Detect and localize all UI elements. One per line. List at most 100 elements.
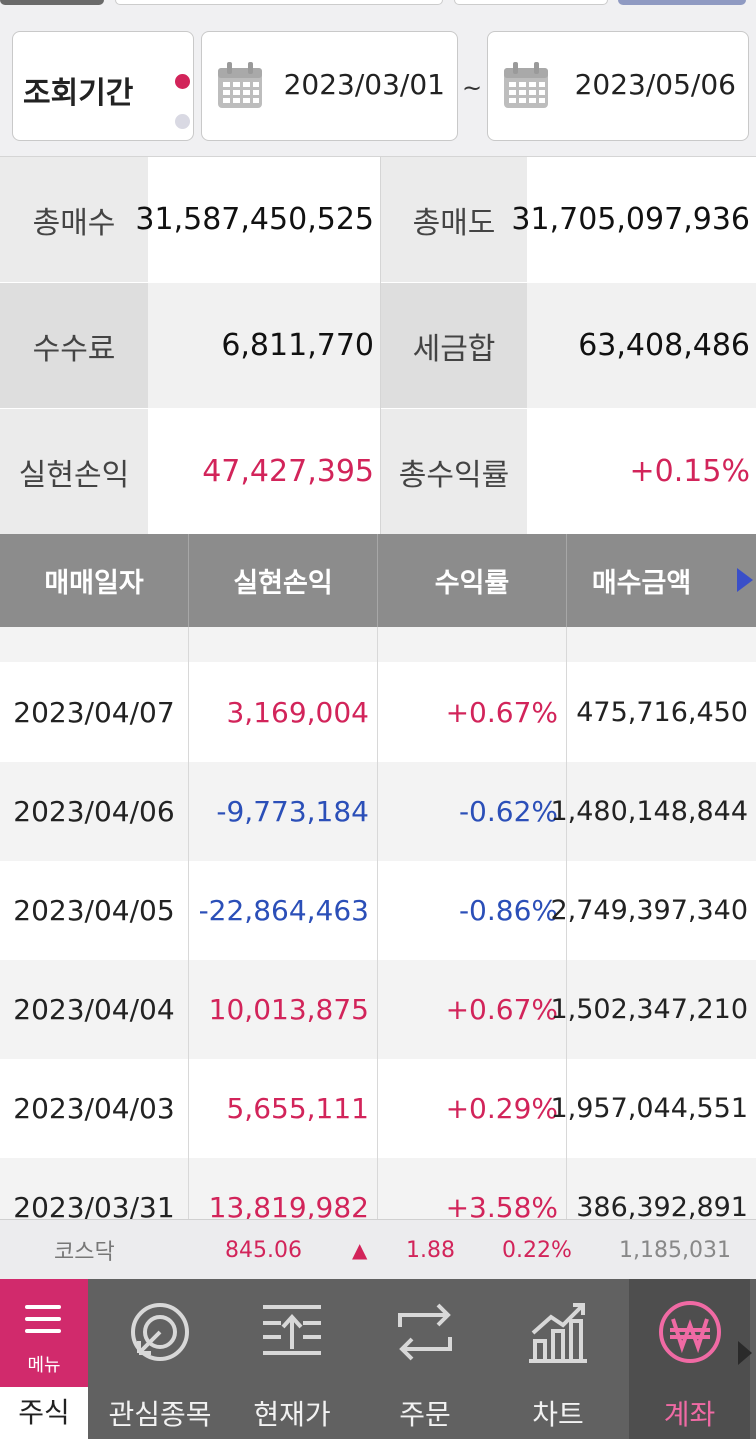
- total-buy-label: 총매수: [0, 157, 148, 282]
- period-selector: 조회기간 2023/03/01 ~ 2023/05/06: [0, 18, 756, 156]
- toolbar-button-stub[interactable]: [0, 0, 104, 5]
- end-date-value: 2023/05/06: [574, 68, 736, 101]
- period-type-toggle[interactable]: 조회기간: [12, 31, 194, 141]
- total-sell-label: 총매도: [381, 157, 527, 282]
- return-rate-cell: -0.62%: [458, 795, 558, 828]
- nav-watchlist-label: 관심종목: [108, 1398, 212, 1431]
- realized-pl-label: 실현손익: [0, 409, 148, 534]
- summary-row-costs: 수수료 6,811,770 세금합 63,408,486: [0, 283, 756, 408]
- buy-amount-cell: 475,716,450: [576, 697, 748, 728]
- nav-more-arrow-icon[interactable]: [738, 1341, 752, 1365]
- nav-current-price[interactable]: 현재가: [228, 1279, 356, 1439]
- trade-date-cell: 2023/04/07: [13, 696, 175, 729]
- fee-label: 수수료: [0, 283, 148, 408]
- start-date-picker[interactable]: 2023/03/01: [201, 31, 458, 141]
- nav-chart[interactable]: 차트: [494, 1279, 622, 1439]
- trade-date-cell: 2023/04/05: [13, 894, 175, 927]
- nav-chart-label: 차트: [532, 1398, 584, 1431]
- date-range-separator: ~: [462, 74, 483, 102]
- realized-pl-cell: -22,864,463: [198, 894, 369, 927]
- ticker-index-price: 845.06: [225, 1237, 302, 1263]
- table-header: 매매일자 실현손익 수익률 매수금액: [0, 534, 756, 627]
- toolbar-input-stub[interactable]: [115, 0, 443, 5]
- summary-grid: 총매수 31,587,450,525 총매도 31,705,097,936 수수…: [0, 156, 756, 534]
- toolbar-search-button-stub[interactable]: [618, 0, 746, 5]
- table-row[interactable]: 2023/04/05 -22,864,463 -0.86% 2,749,397,340: [0, 861, 756, 960]
- nav-order[interactable]: 주문: [361, 1279, 489, 1439]
- realized-pl-cell: -9,773,184: [216, 795, 369, 828]
- nav-order-label: 주문: [399, 1398, 451, 1431]
- period-dot-inactive-icon: [175, 114, 190, 129]
- realized-pl-cell: 10,013,875: [208, 993, 369, 1026]
- buy-amount-cell: 2,749,397,340: [550, 895, 748, 926]
- order-exchange-icon: [398, 1303, 452, 1361]
- realized-pl-cell: 13,819,982: [208, 1191, 369, 1219]
- return-rate-cell: -0.86%: [458, 894, 558, 927]
- buy-amount-cell: 1,957,044,551: [550, 1093, 748, 1124]
- tax-label: 세금합: [381, 283, 527, 408]
- period-dot-active-icon: [175, 74, 190, 89]
- calendar-icon: [504, 62, 548, 108]
- scroll-right-arrow-icon[interactable]: [737, 568, 753, 592]
- total-buy-value: 31,587,450,525: [135, 157, 380, 282]
- ticker-index-percent: 0.22%: [502, 1237, 572, 1263]
- watchlist-target-icon: [131, 1303, 189, 1361]
- ticker-index-name: 코스닥: [54, 1240, 115, 1265]
- tax-value: 63,408,486: [527, 283, 756, 408]
- table-row[interactable]: 2023/04/07 3,169,004 +0.67% 475,716,450: [0, 663, 756, 762]
- calendar-icon: [218, 62, 262, 108]
- return-rate-cell: +0.67%: [445, 993, 558, 1026]
- fee-value: 6,811,770: [148, 283, 380, 408]
- return-rate-cell: +0.67%: [445, 696, 558, 729]
- end-date-picker[interactable]: 2023/05/06: [487, 31, 749, 141]
- table-row[interactable]: 2023/04/04 10,013,875 +0.67% 1,502,347,210: [0, 960, 756, 1059]
- header-realized-pl[interactable]: 실현손익: [189, 534, 377, 627]
- bottom-navigation: 메뉴 주식 관심종목 현재가 주문 차트 계좌: [0, 1279, 756, 1439]
- realized-pl-cell: 5,655,111: [226, 1092, 369, 1125]
- buy-amount-cell: 386,392,891: [576, 1192, 748, 1219]
- trade-table-body[interactable]: 2023/04/07 3,169,004 +0.67% 475,716,450 2023…: [0, 627, 756, 1219]
- nav-stock-menu[interactable]: 메뉴 주식: [0, 1279, 88, 1439]
- ticker-index-volume: 1,185,031: [619, 1237, 731, 1263]
- buy-amount-cell: 1,480,148,844: [550, 796, 748, 827]
- header-return-rate[interactable]: 수익률: [378, 534, 566, 627]
- won-currency-icon: [658, 1301, 721, 1363]
- total-sell-value: 31,705,097,936: [511, 157, 756, 282]
- top-toolbar-stub: [0, 0, 756, 18]
- ticker-index-change: 1.88: [406, 1237, 455, 1263]
- trade-date-cell: 2023/04/06: [13, 795, 175, 828]
- period-label: 조회기간: [23, 76, 134, 111]
- table-row[interactable]: 2023/04/03 5,655,111 +0.29% 1,957,044,551: [0, 1059, 756, 1158]
- summary-row-trades: 총매수 31,587,450,525 총매도 31,705,097,936: [0, 157, 756, 282]
- header-buy-amount[interactable]: 매수금액: [567, 534, 756, 627]
- hamburger-menu-icon: [25, 1305, 61, 1341]
- toolbar-select-stub[interactable]: [454, 0, 608, 5]
- return-rate-cell: +0.29%: [445, 1092, 558, 1125]
- table-row-partial: [0, 627, 756, 662]
- buy-amount-cell: 1,502,347,210: [550, 994, 748, 1025]
- price-ladder-icon: [263, 1305, 321, 1355]
- menu-label: 메뉴: [27, 1355, 61, 1376]
- column-divider: [377, 627, 378, 1219]
- total-return-value: +0.15%: [527, 409, 756, 534]
- total-return-label: 총수익률: [381, 409, 527, 534]
- nav-watchlist[interactable]: 관심종목: [96, 1279, 224, 1439]
- trade-date-cell: 2023/03/31: [13, 1191, 175, 1219]
- nav-account-label: 계좌: [663, 1398, 716, 1431]
- table-row[interactable]: 2023/04/06 -9,773,184 -0.62% 1,480,148,844: [0, 762, 756, 861]
- summary-row-profit: 실현손익 47,427,395 총수익률 +0.15%: [0, 409, 756, 534]
- trade-date-cell: 2023/04/04: [13, 993, 175, 1026]
- summary-divider: [380, 157, 381, 534]
- column-divider: [566, 627, 567, 1219]
- nav-stock-label: 주식: [0, 1387, 88, 1439]
- trade-date-cell: 2023/04/03: [13, 1092, 175, 1125]
- market-ticker-bar[interactable]: 코스닥 845.06 ▲ 1.88 0.22% 1,185,031: [0, 1219, 756, 1279]
- table-row[interactable]: 2023/03/31 13,819,982 +3.58% 386,392,891: [0, 1158, 756, 1219]
- realized-pl-value: 47,427,395: [148, 409, 380, 534]
- nav-account[interactable]: 계좌: [629, 1279, 750, 1439]
- header-trade-date[interactable]: 매매일자: [0, 534, 188, 627]
- column-divider: [188, 627, 189, 1219]
- bar-chart-trend-icon: [529, 1303, 587, 1363]
- start-date-value: 2023/03/01: [283, 68, 445, 101]
- up-arrow-icon: ▲: [352, 1238, 368, 1262]
